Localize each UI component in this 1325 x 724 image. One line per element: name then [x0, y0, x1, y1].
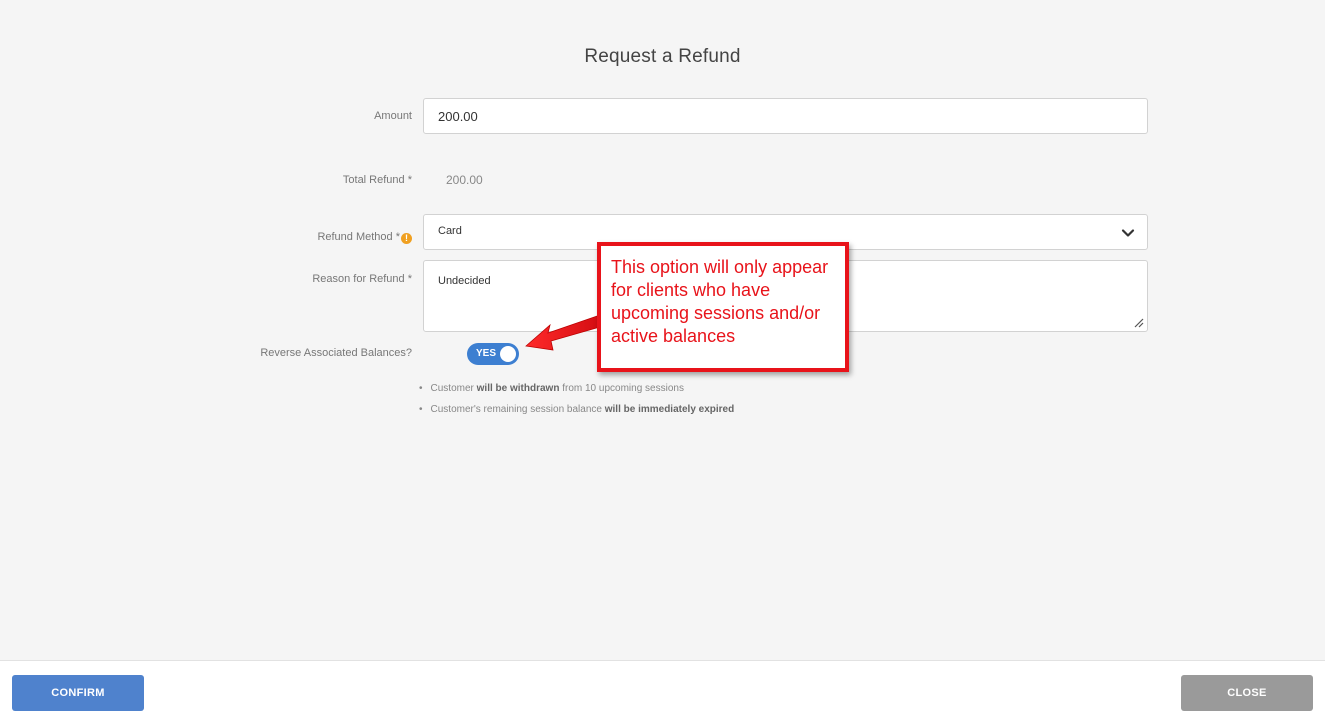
- reverse-balances-toggle[interactable]: YES: [467, 343, 519, 365]
- list-item-text: Customer's remaining session balance: [430, 404, 605, 415]
- refund-method-value: Card: [438, 225, 462, 237]
- close-button[interactable]: CLOSE: [1181, 675, 1313, 711]
- dialog-footer: CONFIRM CLOSE: [0, 660, 1325, 724]
- toggle-knob: [500, 346, 516, 362]
- reverse-balances-label: Reverse Associated Balances?: [260, 347, 412, 359]
- arrow-annotation-icon: [525, 314, 601, 351]
- reason-value: Undecided: [438, 275, 491, 287]
- resize-handle-icon[interactable]: [1132, 316, 1144, 328]
- info-icon[interactable]: !: [401, 233, 412, 244]
- list-item: Customer will be withdrawn from 10 upcom…: [419, 383, 734, 394]
- chevron-down-icon: [1121, 229, 1135, 237]
- list-item-text: from 10 upcoming sessions: [559, 383, 684, 394]
- amount-label: Amount: [374, 110, 412, 122]
- refund-method-label-row: Refund Method *!: [317, 231, 412, 244]
- list-item-emphasis: will be immediately expired: [604, 404, 735, 415]
- list-item: Customer's remaining session balance wil…: [419, 404, 735, 415]
- total-refund-label: Total Refund *: [342, 174, 412, 186]
- amount-value: 200.00: [438, 109, 478, 124]
- page-title: Request a Refund: [584, 46, 741, 67]
- total-refund-value: 200.00: [446, 173, 483, 187]
- confirm-button[interactable]: CONFIRM: [12, 675, 144, 711]
- annotation-callout: This option will only appear for clients…: [597, 242, 849, 372]
- amount-input[interactable]: 200.00: [423, 98, 1148, 134]
- consequence-list: Customer will be withdrawn from 10 upcom…: [419, 383, 735, 425]
- list-item-emphasis: will be withdrawn: [476, 383, 560, 394]
- toggle-state-text: YES: [476, 348, 497, 359]
- list-item-text: Customer: [430, 383, 477, 394]
- refund-method-label: Refund Method *: [317, 231, 400, 243]
- reason-label: Reason for Refund *: [312, 273, 412, 285]
